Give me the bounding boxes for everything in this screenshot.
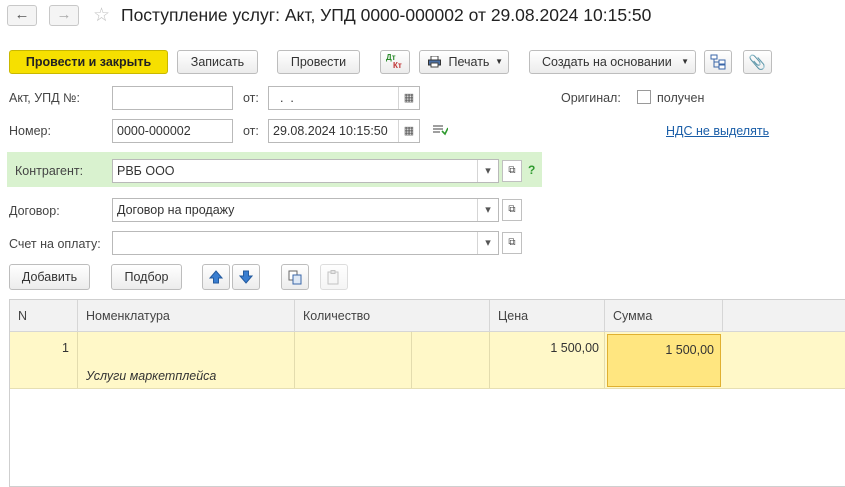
vat-link[interactable]: НДС не выделять — [666, 124, 769, 138]
column-header-nomenclature[interactable]: Номенклатура — [78, 300, 295, 332]
copy-icon — [288, 270, 302, 285]
structure-button[interactable] — [704, 50, 732, 74]
cell-sum[interactable]: 1 500,00 — [607, 334, 721, 387]
dropdown-arrow-icon: ▼ — [681, 57, 689, 66]
open-icon: ⧉ — [508, 237, 516, 248]
contract-input[interactable]: Договор на продажу ▾ — [112, 198, 499, 222]
print-button[interactable]: Печать ▼ — [419, 50, 509, 74]
cell-price[interactable]: 1 500,00 — [490, 332, 605, 388]
act-label: Акт, УПД №: — [9, 91, 80, 105]
post-and-close-button[interactable]: Провести и закрыть — [9, 50, 168, 74]
date-input[interactable]: 29.08.2024 10:15:50 ▦ — [268, 119, 420, 143]
select-button[interactable]: Подбор — [111, 264, 182, 290]
open-counterparty-button[interactable]: ⧉ — [502, 160, 522, 182]
original-label: Оригинал: — [561, 91, 621, 105]
printer-icon — [428, 55, 441, 68]
window-title: Поступление услуг: Акт, УПД 0000-000002 … — [121, 5, 652, 25]
cell-quantity-unit[interactable] — [412, 332, 490, 388]
dropdown-arrow-icon: ▼ — [495, 57, 503, 66]
calendar-icon[interactable]: ▦ — [398, 120, 419, 142]
counterparty-input[interactable]: РВБ ООО ▾ — [112, 159, 499, 183]
date-label: от: — [243, 124, 259, 138]
invoice-label: Счет на оплату: — [9, 237, 101, 251]
add-button[interactable]: Добавить — [9, 264, 90, 290]
calendar-icon[interactable]: ▦ — [398, 87, 419, 109]
cell-content[interactable]: Услуги маркетплейса — [78, 360, 295, 388]
table-header: N Номенклатура Количество Цена Сумма — [10, 300, 845, 332]
save-button[interactable]: Записать — [177, 50, 258, 74]
services-table: N Номенклатура Количество Цена Сумма 1 У… — [9, 299, 845, 487]
dt-kt-button[interactable]: Дт Кт — [380, 50, 410, 74]
move-down-button[interactable] — [232, 264, 260, 290]
forward-button[interactable]: → — [49, 5, 79, 26]
paste-icon — [327, 270, 339, 285]
open-icon: ⧉ — [508, 204, 516, 215]
cell-n[interactable]: 1 — [10, 332, 78, 388]
column-header-sum[interactable]: Сумма — [605, 300, 723, 332]
invoice-input[interactable]: ▾ — [112, 231, 499, 255]
dropdown-arrow-icon[interactable]: ▾ — [477, 199, 498, 221]
attachment-button[interactable]: 📎 — [743, 50, 772, 74]
dt-kt-icon: Дт Кт — [386, 53, 402, 70]
contract-label: Договор: — [9, 204, 60, 218]
act-date-input[interactable]: . . ▦ — [268, 86, 420, 110]
table-row[interactable]: 1 Услуги маркетплейса 1 500,00 1 500,00 — [10, 332, 845, 389]
counterparty-label: Контрагент: — [15, 164, 84, 178]
number-input[interactable]: 0000-000002 — [112, 119, 233, 143]
copy-row-button[interactable] — [281, 264, 309, 290]
star-icon[interactable]: ☆ — [93, 4, 110, 27]
open-contract-button[interactable]: ⧉ — [502, 199, 522, 221]
paperclip-icon: 📎 — [748, 54, 767, 70]
arrow-down-icon — [238, 270, 254, 284]
received-label: получен — [657, 91, 705, 105]
column-header-n[interactable]: N — [10, 300, 78, 332]
cell-quantity[interactable] — [295, 332, 412, 388]
arrow-left-icon: ← — [14, 6, 30, 23]
column-header-price[interactable]: Цена — [490, 300, 605, 332]
help-icon[interactable]: ? — [528, 163, 535, 177]
post-button[interactable]: Провести — [277, 50, 360, 74]
cell-nomenclature[interactable] — [78, 332, 295, 360]
back-button[interactable]: ← — [7, 5, 37, 26]
move-up-button[interactable] — [202, 264, 230, 290]
dropdown-arrow-icon[interactable]: ▾ — [477, 232, 498, 254]
column-header-quantity[interactable]: Количество — [295, 300, 490, 332]
open-invoice-button[interactable]: ⧉ — [502, 232, 522, 254]
structure-icon — [710, 54, 726, 70]
create-based-on-button[interactable]: Создать на основании ▼ — [529, 50, 696, 74]
history-icon[interactable] — [432, 124, 449, 139]
arrow-right-icon: → — [56, 6, 72, 23]
received-checkbox[interactable] — [637, 90, 651, 104]
open-icon: ⧉ — [508, 165, 516, 176]
act-number-input[interactable] — [112, 86, 233, 110]
act-date-label: от: — [243, 91, 259, 105]
dropdown-arrow-icon[interactable]: ▾ — [477, 160, 498, 182]
number-label: Номер: — [9, 124, 51, 138]
paste-row-button[interactable] — [320, 264, 348, 290]
arrow-up-icon — [208, 270, 224, 284]
